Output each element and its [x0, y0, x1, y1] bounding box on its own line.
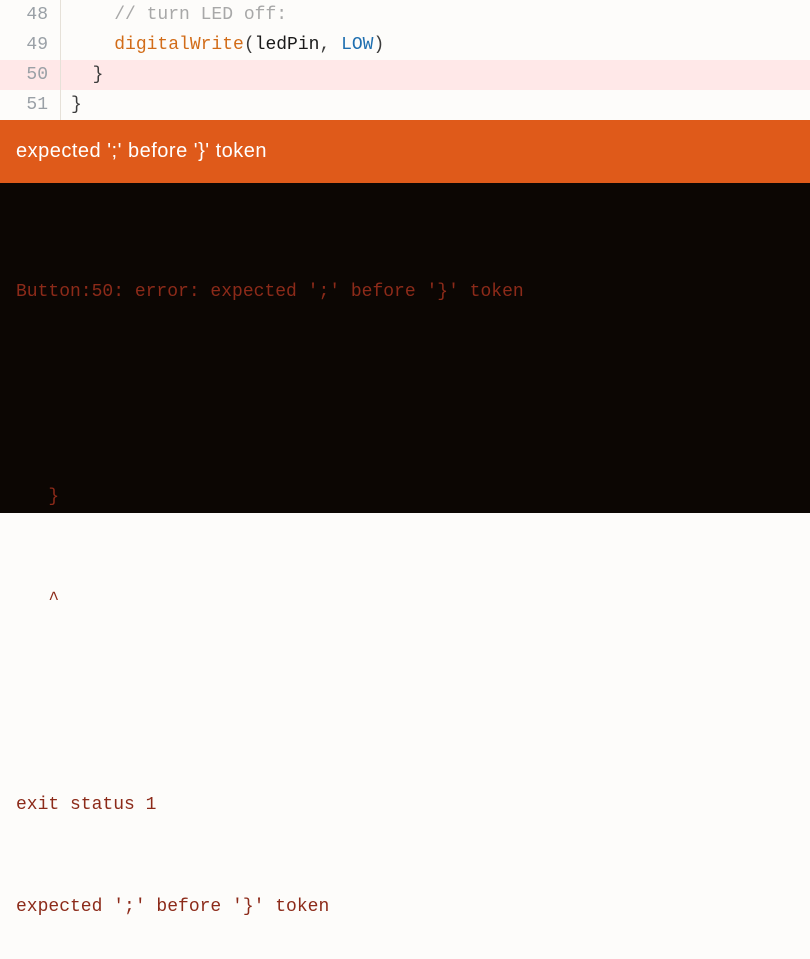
code-token: LOW	[341, 35, 373, 55]
console-line: exit status 1	[16, 788, 794, 822]
code-token: digitalWrite	[114, 35, 244, 55]
console-line: Button:50: error: expected ';' before '}…	[16, 275, 794, 309]
compiler-output-console[interactable]: Button:50: error: expected ';' before '}…	[0, 183, 810, 513]
code-token	[71, 35, 114, 55]
code-line[interactable]: 49 digitalWrite(ledPin, LOW)	[0, 30, 810, 60]
compile-error-message: expected ';' before '}' token	[16, 140, 267, 162]
code-line[interactable]: 51 }	[0, 90, 810, 120]
line-number: 51	[0, 90, 60, 120]
code-content[interactable]: digitalWrite(ledPin, LOW)	[61, 30, 384, 60]
code-token	[71, 65, 93, 85]
console-blank	[16, 378, 794, 412]
code-content[interactable]: // turn LED off:	[61, 0, 287, 30]
line-number: 49	[0, 30, 60, 60]
line-number: 50	[0, 60, 60, 90]
code-line[interactable]: 48 // turn LED off:	[0, 0, 810, 30]
code-token: (	[244, 35, 255, 55]
code-token: }	[71, 95, 82, 115]
code-token: ledPin	[255, 35, 320, 55]
code-token: ,	[319, 35, 341, 55]
console-line: ^	[16, 583, 794, 617]
line-number: 48	[0, 0, 60, 30]
code-editor[interactable]: 48 // turn LED off: 49 digitalWrite(ledP…	[0, 0, 810, 120]
code-line-error[interactable]: 50 }	[0, 60, 810, 90]
compile-error-bar: expected ';' before '}' token	[0, 120, 810, 183]
console-line: expected ';' before '}' token	[16, 890, 794, 924]
console-blank	[16, 685, 794, 719]
code-content[interactable]: }	[61, 60, 103, 90]
code-token: }	[93, 65, 104, 85]
code-token: )	[373, 35, 384, 55]
code-token	[71, 5, 114, 25]
console-line: }	[16, 480, 794, 514]
code-token: // turn LED off:	[114, 5, 287, 25]
code-content[interactable]: }	[61, 90, 82, 120]
